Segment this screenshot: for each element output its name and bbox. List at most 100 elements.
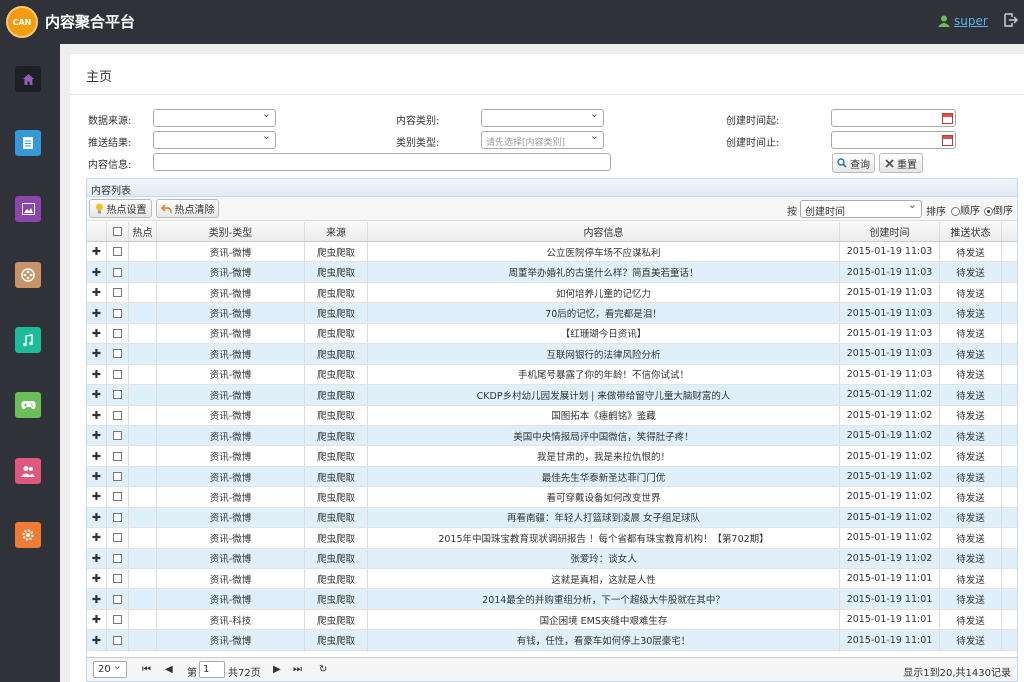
table-row[interactable]: ✚ 资讯-微博 爬虫爬取 美国中央情报局评中国微信，笑得肚子疼！ 2015-01-19 … <box>87 425 1017 447</box>
col-time[interactable]: 创建时间 <box>840 222 940 241</box>
expand-icon[interactable]: ✚ <box>92 572 101 585</box>
expand-icon[interactable]: ✚ <box>92 552 101 565</box>
logout-icon[interactable] <box>1004 13 1018 27</box>
expand-icon[interactable]: ✚ <box>92 634 101 647</box>
expand-icon[interactable]: ✚ <box>92 368 101 381</box>
sidebar-item-home[interactable] <box>15 66 41 92</box>
sidebar-item-documents[interactable] <box>15 130 41 156</box>
table-row[interactable]: ✚ 资讯-微博 爬虫爬取 【红珊瑚今日资讯】 2015-01-19 11:03 待发送 <box>87 323 1017 345</box>
sidebar-item-users[interactable] <box>15 458 41 484</box>
source-select[interactable] <box>153 107 276 127</box>
content-type-select[interactable] <box>481 107 604 127</box>
table-row[interactable]: ✚ 资讯-微博 爬虫爬取 手机尾号暴露了你的年龄！不信你试试！ 2015-01-19 1… <box>87 364 1017 386</box>
push-result-select[interactable] <box>153 129 276 149</box>
hot-set-button[interactable]: 热点设置 <box>89 199 152 218</box>
col-hot[interactable]: 热点 <box>129 222 157 241</box>
table-row[interactable]: ✚ 资讯-微博 爬虫爬取 这就是真相，这就是人性 2015-01-19 11:01 待发送 <box>87 569 1017 590</box>
next-page-icon[interactable]: ▶ <box>273 664 281 675</box>
refresh-icon[interactable]: ↻ <box>319 664 327 675</box>
row-checkbox[interactable] <box>113 533 122 543</box>
table-row[interactable]: ✚ 资讯-微博 爬虫爬取 再看南疆：年轻人打篮球到凌晨 女子组足球队 2015-01-1… <box>87 507 1017 529</box>
expand-icon[interactable]: ✚ <box>92 593 101 606</box>
expand-icon[interactable]: ✚ <box>92 531 101 544</box>
expand-icon[interactable]: ✚ <box>92 347 101 360</box>
sidebar-item-music[interactable] <box>15 327 41 353</box>
col-category[interactable]: 类别-类型 <box>157 222 305 241</box>
col-info[interactable]: 内容信息 <box>368 222 840 241</box>
calendar-icon[interactable] <box>942 113 953 124</box>
asc-radio[interactable] <box>951 206 960 216</box>
table-row[interactable]: ✚ 资讯-微博 爬虫爬取 2014最全的并购重组分析，下一个超级大牛股就在其中？ 201… <box>87 589 1017 610</box>
search-button[interactable]: 查询 <box>832 153 875 173</box>
hot-clear-button[interactable]: 热点清除 <box>156 199 219 218</box>
col-status[interactable]: 推送状态 <box>940 222 1002 241</box>
table-row[interactable]: ✚ 资讯-微博 爬虫爬取 有钱，任性，看豪车如何停上30层豪宅！ 2015-01-19 … <box>87 630 1017 651</box>
desc-radio[interactable] <box>984 206 993 216</box>
sort-asc-option[interactable]: 顺序 <box>951 202 980 217</box>
row-checkbox[interactable] <box>113 390 122 400</box>
first-page-icon[interactable]: ⏮ <box>142 664 151 675</box>
last-page-icon[interactable]: ⏭ <box>293 664 302 675</box>
table-row[interactable]: ✚ 资讯-微博 爬虫爬取 我是甘肃的，我是来拉仇恨的！ 2015-01-19 11:02… <box>87 446 1017 467</box>
expand-icon[interactable]: ✚ <box>92 429 101 442</box>
page-input[interactable]: 1 <box>199 661 225 678</box>
sort-field-select[interactable]: 创建时间 <box>800 198 922 218</box>
content-info-input[interactable] <box>153 153 611 171</box>
col-source[interactable]: 来源 <box>305 222 368 241</box>
created-from-input[interactable] <box>831 109 956 127</box>
row-checkbox[interactable] <box>113 288 122 298</box>
row-checkbox[interactable] <box>113 512 122 522</box>
table-row[interactable]: ✚ 资讯-微博 爬虫爬取 如何培养儿童的记忆力 2015-01-19 11:03 待发送 <box>87 282 1017 304</box>
table-row[interactable]: ✚ 资讯-微博 爬虫爬取 互联网银行的法律风险分析 2015-01-19 11:03 待发… <box>87 344 1017 365</box>
expand-icon[interactable]: ✚ <box>92 613 101 626</box>
calendar-icon[interactable] <box>942 135 953 146</box>
expand-icon[interactable]: ✚ <box>92 450 101 463</box>
col-select-all[interactable] <box>107 222 129 241</box>
row-checkbox[interactable] <box>113 349 122 359</box>
reset-button[interactable]: 重置 <box>879 153 923 173</box>
table-row[interactable]: ✚ 资讯-微博 爬虫爬取 看可穿戴设备如何改变世界 2015-01-19 11:02 待发… <box>87 487 1017 508</box>
row-checkbox[interactable] <box>113 410 122 420</box>
row-checkbox[interactable] <box>113 492 122 502</box>
expand-icon[interactable]: ✚ <box>92 307 101 320</box>
sort-desc-option[interactable]: 倒序 <box>984 202 1013 217</box>
expand-icon[interactable]: ✚ <box>92 409 101 422</box>
expand-icon[interactable]: ✚ <box>92 388 101 401</box>
row-checkbox[interactable] <box>113 369 122 379</box>
expand-icon[interactable]: ✚ <box>92 245 101 258</box>
table-row[interactable]: ✚ 资讯-微博 爬虫爬取 国图拓本《瘗鹤铭》鉴藏 2015-01-19 11:02 待发送 <box>87 405 1017 426</box>
row-checkbox[interactable] <box>113 431 122 441</box>
row-checkbox[interactable] <box>113 328 122 338</box>
row-checkbox[interactable] <box>113 574 122 584</box>
sidebar-item-images[interactable] <box>15 196 41 222</box>
row-checkbox[interactable] <box>113 615 122 625</box>
username[interactable]: super <box>954 14 988 28</box>
table-row[interactable]: ✚ 资讯-科技 爬虫爬取 国企困境 EMS夹缝中艰难生存 2015-01-19 11:0… <box>87 609 1017 631</box>
prev-page-icon[interactable]: ◀ <box>165 664 173 675</box>
row-checkbox[interactable] <box>113 308 122 318</box>
expand-icon[interactable]: ✚ <box>92 511 101 524</box>
page-size-select[interactable]: 20 <box>93 659 127 678</box>
row-checkbox[interactable] <box>113 635 122 645</box>
created-to-input[interactable] <box>831 131 956 149</box>
select-all-checkbox[interactable] <box>113 227 122 236</box>
expand-icon[interactable]: ✚ <box>92 286 101 299</box>
sidebar-item-games[interactable] <box>15 392 41 418</box>
row-checkbox[interactable] <box>113 451 122 461</box>
table-row[interactable]: ✚ 资讯-微博 爬虫爬取 周董举办婚礼的古堡什么样？简直美若童话！ 2015-01-19… <box>87 262 1017 283</box>
sidebar-item-video[interactable] <box>15 262 41 288</box>
row-checkbox[interactable] <box>113 594 122 604</box>
row-checkbox[interactable] <box>113 247 122 257</box>
user-menu[interactable]: super <box>938 14 988 28</box>
expand-icon[interactable]: ✚ <box>92 327 101 340</box>
row-checkbox[interactable] <box>113 472 122 482</box>
table-row[interactable]: ✚ 资讯-微博 爬虫爬取 CKDP乡村幼儿园发展计划 | 来做带给留守儿童大脑财富的人… <box>87 385 1017 406</box>
expand-icon[interactable]: ✚ <box>92 470 101 483</box>
category-type-select[interactable]: 请先选择[内容类别] <box>481 129 604 149</box>
sidebar-item-settings[interactable] <box>15 522 41 548</box>
row-checkbox[interactable] <box>113 553 122 563</box>
table-row[interactable]: ✚ 资讯-微博 爬虫爬取 公立医院停车场不应谋私利 2015-01-19 11:03 待发… <box>87 242 1017 263</box>
table-row[interactable]: ✚ 资讯-微博 爬虫爬取 最佳先生华泰新圣达菲门门优 2015-01-19 11:02 待… <box>87 466 1017 488</box>
expand-icon[interactable]: ✚ <box>92 490 101 503</box>
row-checkbox[interactable] <box>113 267 122 277</box>
